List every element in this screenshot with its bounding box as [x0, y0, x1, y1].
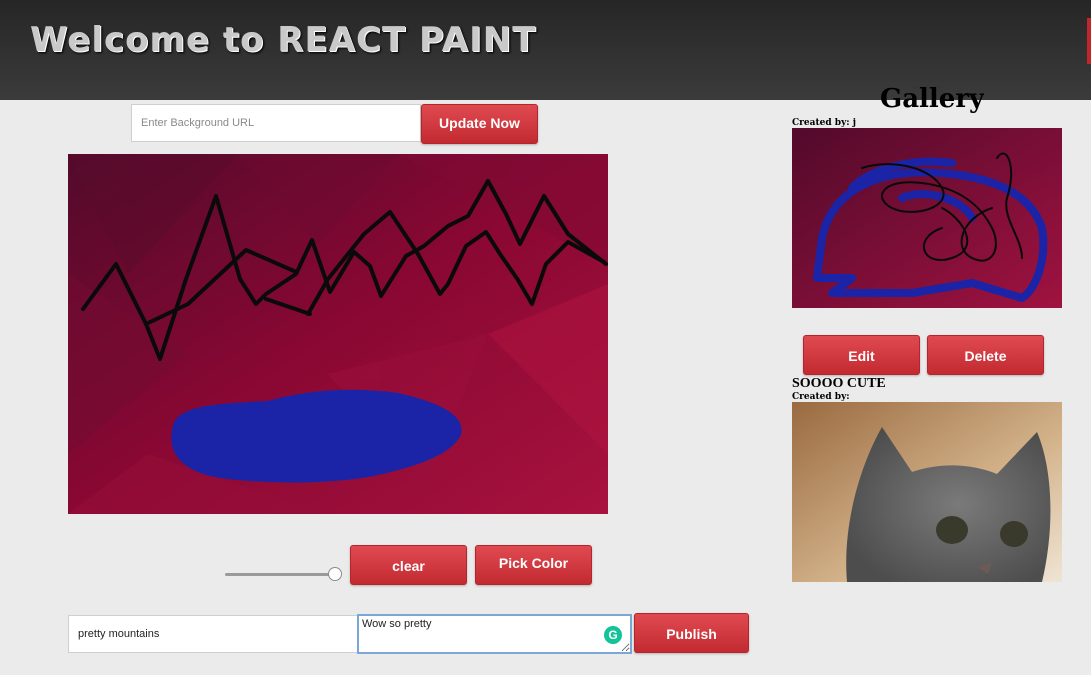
gallery-item-1-author: Created by: j	[792, 118, 857, 128]
kitten-eye-left	[936, 516, 968, 544]
update-now-button[interactable]: Update Now	[421, 104, 538, 144]
gallery-item-1-thumbnail[interactable]	[792, 128, 1062, 308]
publish-button[interactable]: Publish	[634, 613, 749, 653]
pick-color-label: Pick Color	[498, 555, 569, 571]
header-edge-accent	[1087, 18, 1091, 64]
drawing-title-input[interactable]	[68, 615, 358, 653]
brush-size-track[interactable]	[225, 573, 336, 576]
background-url-input[interactable]	[131, 104, 421, 142]
gallery-item-2-kitten-image[interactable]	[792, 402, 1062, 582]
clear-button[interactable]: clear	[350, 545, 467, 585]
gallery-item-2-title: SOOOO CUTE	[792, 376, 886, 391]
delete-label: Delete	[964, 348, 1007, 364]
gallery-item-2-author: Created by:	[792, 392, 850, 402]
kitten-eye-right	[1000, 521, 1028, 547]
gallery-item-1-edit-button[interactable]: Edit	[803, 335, 920, 375]
app-title: Welcome to REACT PAINT	[30, 20, 537, 60]
grammarly-icon[interactable]: G	[604, 626, 622, 644]
gallery-heading: Gallery	[880, 84, 985, 114]
edit-label: Edit	[848, 348, 875, 364]
clear-label: clear	[392, 558, 425, 574]
gallery-item-1-delete-button[interactable]: Delete	[927, 335, 1044, 375]
brush-size-thumb[interactable]	[328, 567, 342, 581]
drawing-description-textarea[interactable]: Wow so pretty	[357, 614, 632, 654]
publish-label: Publish	[666, 626, 717, 642]
update-now-label: Update Now	[439, 115, 520, 131]
drawing-canvas[interactable]	[68, 154, 608, 514]
pick-color-button[interactable]: Pick Color	[475, 545, 592, 585]
